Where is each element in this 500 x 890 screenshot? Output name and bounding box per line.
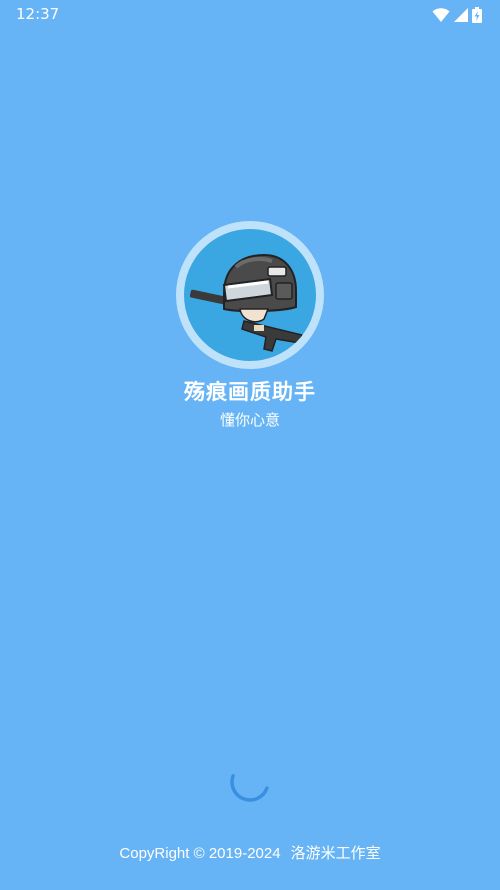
app-name: 殇痕画质助手 [184, 380, 316, 404]
wifi-icon [432, 8, 450, 22]
studio-name: 洛游米工作室 [290, 845, 381, 862]
copyright-text: CopyRight © 2019-2024 洛游米工作室 [0, 842, 500, 863]
cellular-signal-icon [454, 8, 468, 22]
copyright-label: CopyRight © 2019-2024 [119, 845, 281, 862]
splash-screen: 12:37 殇痕画质助手 懂你心意 CopyRight © 2019-2024 … [0, 0, 500, 890]
status-time: 12:37 [16, 5, 60, 23]
spinner-icon [226, 758, 274, 806]
app-slogan: 懂你心意 [219, 411, 280, 429]
helmet-soldier-logo [184, 229, 316, 361]
app-logo [176, 221, 324, 369]
status-bar: 12:37 [0, 0, 500, 28]
status-icons [432, 7, 482, 23]
battery-charging-icon [472, 7, 482, 23]
